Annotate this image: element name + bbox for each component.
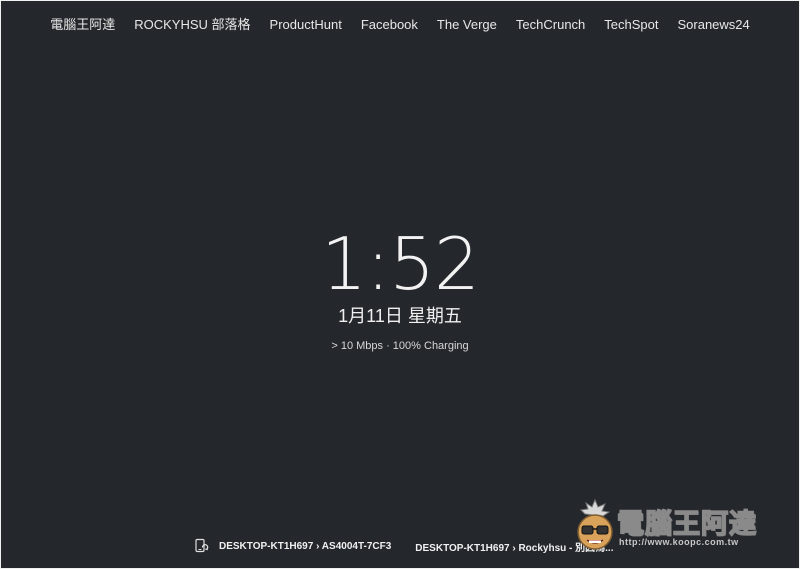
shortcut-soranews24[interactable]: Soranews24 (677, 17, 749, 33)
shortcut-techspot[interactable]: TechSpot (604, 17, 658, 33)
shortcut-producthunt[interactable]: ProductHunt (270, 17, 342, 33)
clock-date: 1月11日 星期五 (338, 306, 462, 326)
watermark-url: http://www.koopc.com.tw (619, 537, 739, 547)
synced-tab-link[interactable]: DESKTOP-KT1H697 › AS4004T-7CF3 (219, 541, 391, 552)
shortcut-facebook[interactable]: Facebook (361, 17, 418, 33)
mascot-logo (577, 498, 613, 550)
system-status: > 10 Mbps · 100% Charging (331, 340, 469, 352)
shortcut-koopc[interactable]: 電腦王阿達 (50, 17, 115, 33)
clock-widget: 1:52 1月11日 星期五 > 10 Mbps · 100% Charging (1, 227, 799, 353)
watermark-logo-text: 電腦王阿達 (616, 508, 757, 540)
synced-tabs-bar: DESKTOP-KT1H697 › AS4004T-7CF3 DESKTOP-K… (193, 538, 613, 554)
shortcut-the-verge[interactable]: The Verge (437, 17, 497, 33)
shortcut-techcrunch[interactable]: TechCrunch (516, 17, 585, 33)
device-sync-icon[interactable] (193, 538, 209, 554)
new-tab-page: 電腦王阿達 ROCKYHSU 部落格 ProductHunt Facebook … (1, 1, 799, 568)
shortcut-rockyhsu-blog[interactable]: ROCKYHSU 部落格 (134, 17, 250, 33)
clock-time: 1:52 (321, 222, 480, 306)
watermark: 電腦王阿達 http://www.koopc.com.tw (571, 494, 791, 560)
shortcut-links: 電腦王阿達 ROCKYHSU 部落格 ProductHunt Facebook … (1, 17, 799, 33)
